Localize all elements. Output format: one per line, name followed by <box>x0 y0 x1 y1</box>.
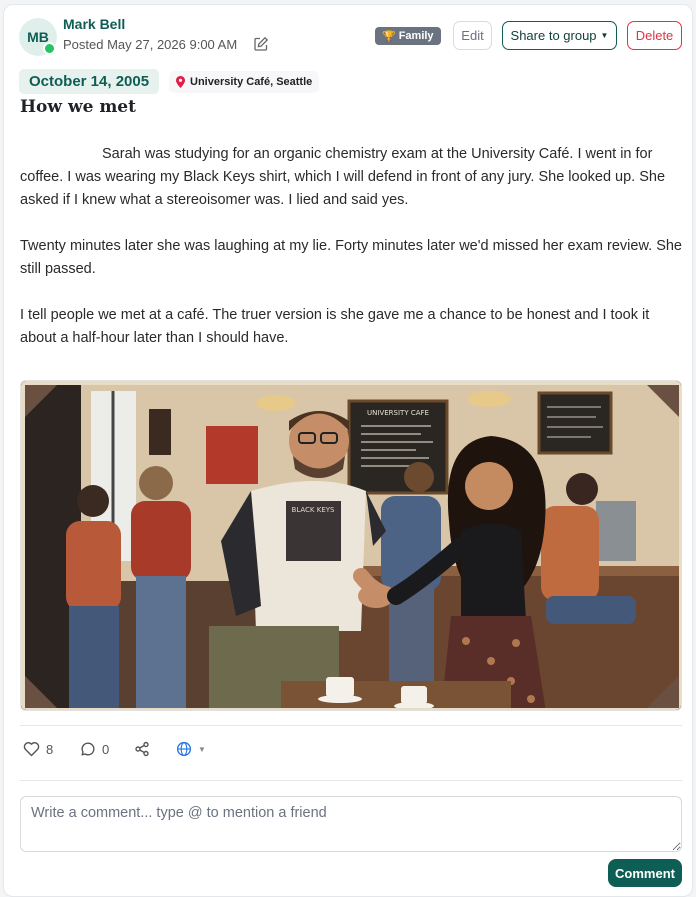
posted-timestamp: Posted May 27, 2026 9:00 AM <box>63 37 238 52</box>
badge-label: Family <box>398 30 434 42</box>
cafe-photo-illustration: UNIVERSITY CAFE BLACK KEYS <box>21 381 681 710</box>
comments-button[interactable]: 0 <box>80 741 109 757</box>
body-paragraph: Twenty minutes later she was laughing at… <box>20 238 682 277</box>
post-title: How we met <box>20 97 136 117</box>
trophy-icon: 🏆 <box>382 30 396 43</box>
body-paragraph: Sarah was studying for an organic chemis… <box>20 146 666 208</box>
delete-button[interactable]: Delete <box>627 21 682 50</box>
chevron-down-icon: ▼ <box>600 31 609 40</box>
divider <box>20 780 682 781</box>
post-card: MB Mark Bell Posted May 27, 2026 9:00 AM… <box>3 4 693 897</box>
cafe-sign-text: UNIVERSITY CAFE <box>367 409 429 417</box>
online-status-dot <box>43 42 56 55</box>
globe-icon <box>176 741 192 757</box>
like-count: 8 <box>46 741 54 757</box>
visibility-dropdown[interactable]: ▼ <box>176 741 206 757</box>
shirt-print-text: BLACK KEYS <box>292 506 336 514</box>
share-button[interactable] <box>134 741 150 757</box>
location-label: University Café, Seattle <box>190 76 313 88</box>
edit-post-icon[interactable] <box>253 36 269 52</box>
share-to-group-label: Share to group <box>510 28 597 43</box>
divider <box>20 725 682 726</box>
edit-button[interactable]: Edit <box>453 21 492 50</box>
location-chip: University Café, Seattle <box>169 71 320 93</box>
share-to-group-button[interactable]: Share to group ▼ <box>502 21 617 50</box>
heart-icon <box>23 742 40 757</box>
chevron-down-icon: ▼ <box>198 744 206 754</box>
comment-bubble-icon <box>81 742 95 756</box>
post-body: Sarah was studying for an organic chemis… <box>20 143 684 373</box>
post-photo[interactable]: UNIVERSITY CAFE BLACK KEYS <box>20 380 682 711</box>
like-button[interactable]: 8 <box>23 741 53 757</box>
map-pin-icon <box>176 76 185 88</box>
comment-count: 0 <box>102 741 110 757</box>
comment-submit-button[interactable]: Comment <box>608 859 682 887</box>
memory-date-chip: October 14, 2005 <box>19 69 160 94</box>
family-badge: 🏆 Family <box>375 27 441 45</box>
body-paragraph: I tell people we met at a café. The true… <box>20 307 650 346</box>
share-nodes-icon <box>135 741 149 757</box>
comment-input[interactable] <box>20 796 682 852</box>
author-name[interactable]: Mark Bell <box>63 16 125 32</box>
